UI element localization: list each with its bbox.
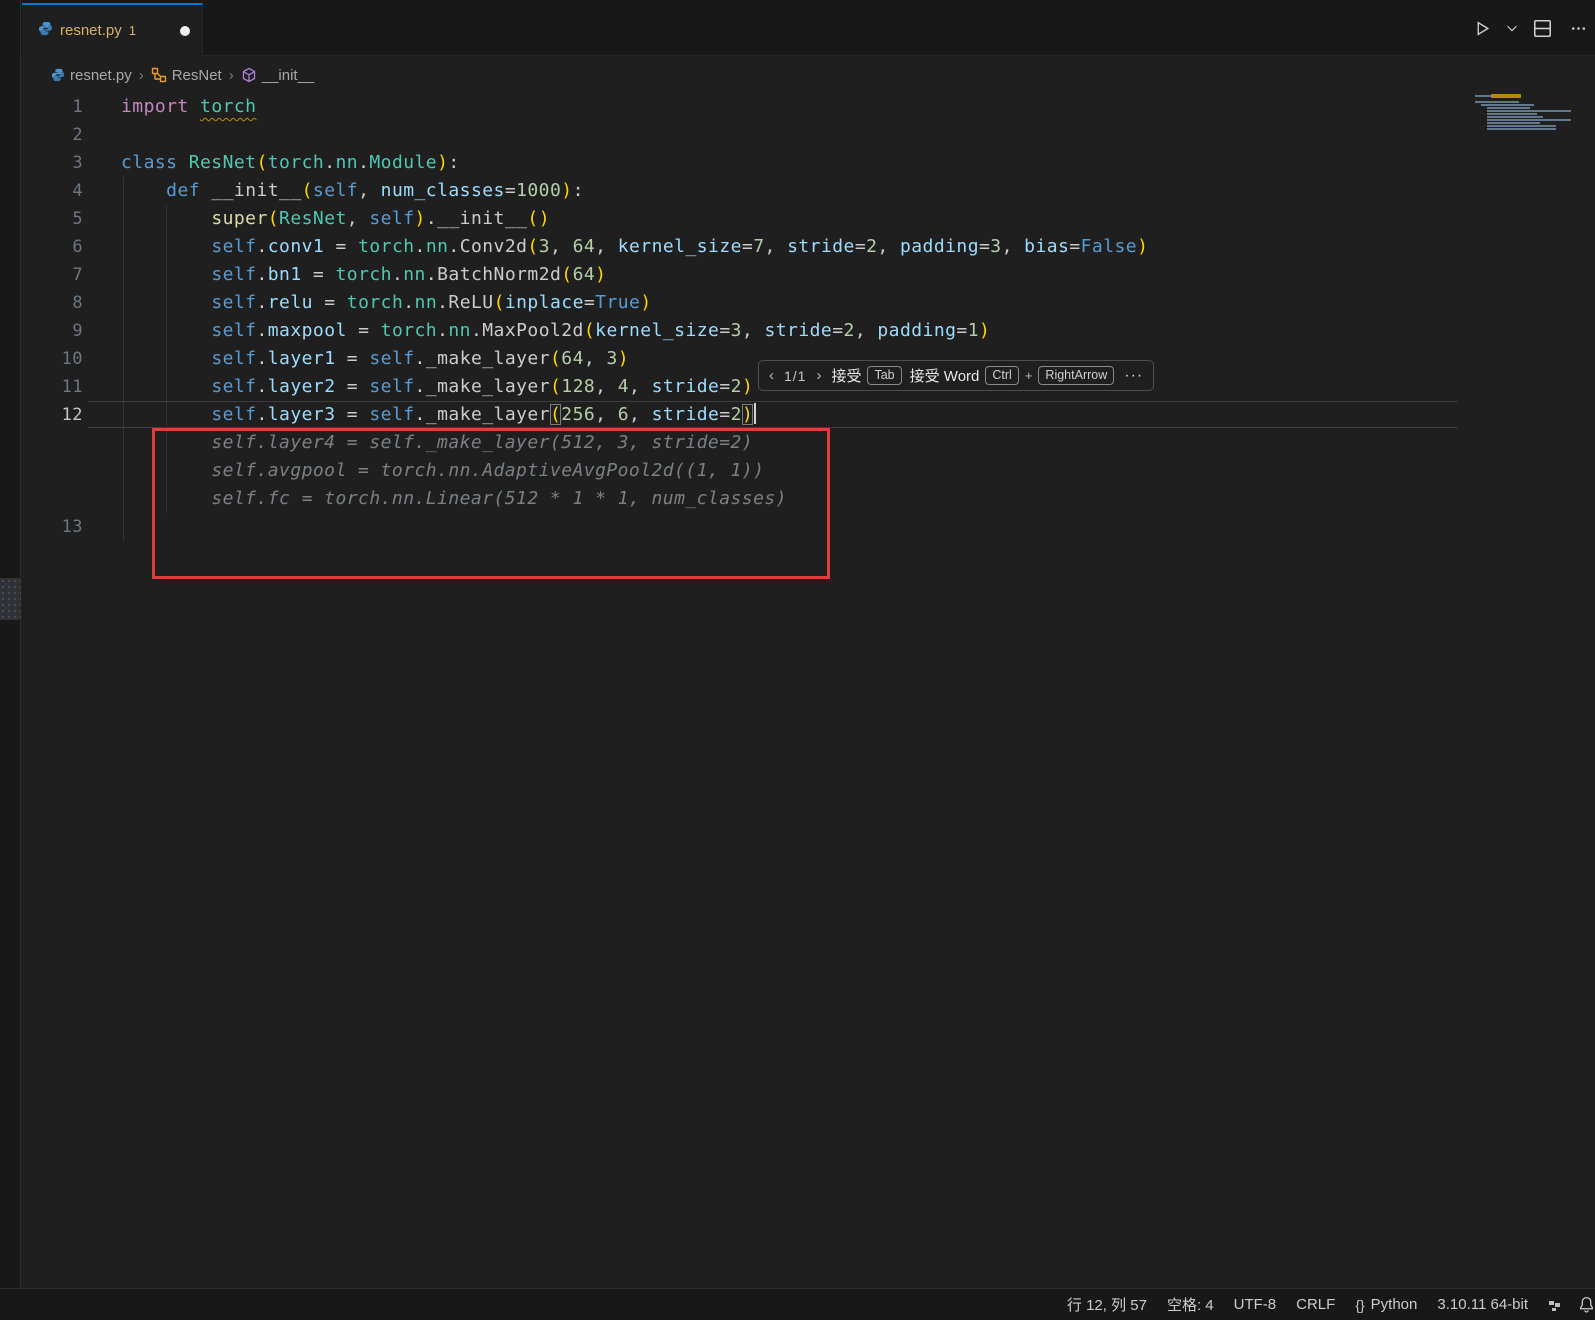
line-number[interactable]: 6 (21, 233, 121, 261)
breadcrumb-item---init--[interactable]: __init__ (241, 67, 315, 84)
python-icon (51, 68, 65, 82)
line-number[interactable]: 13 (21, 513, 121, 541)
code-lines: 1import torch23class ResNet(torch.nn.Mod… (21, 93, 1595, 541)
method-icon (241, 67, 257, 83)
tab-keycap: Tab (867, 366, 901, 385)
code-line[interactable]: 3class ResNet(torch.nn.Module): (21, 149, 1595, 177)
next-suggestion-button[interactable]: › (814, 367, 823, 384)
line-number[interactable]: 5 (21, 205, 121, 233)
split-editor-button[interactable] (1529, 15, 1555, 41)
accept-word-button[interactable]: 接受 Word Ctrl + RightArrow (910, 365, 1115, 386)
code-line[interactable]: 9self.maxpool = torch.nn.MaxPool2d(kerne… (21, 317, 1595, 345)
code-line[interactable]: 2 (21, 121, 1595, 149)
text-cursor (754, 403, 756, 424)
line-number[interactable]: 9 (21, 317, 121, 345)
minimap[interactable] (1467, 95, 1559, 155)
accept-suggestion-button[interactable]: 接受 Tab (831, 365, 901, 386)
line-number[interactable]: 8 (21, 289, 121, 317)
line-number (21, 429, 121, 457)
indentation-status[interactable]: 空格: 4 (1157, 1294, 1224, 1315)
line-number (21, 485, 121, 513)
code-editor[interactable]: 1import torch23class ResNet(torch.nn.Mod… (21, 93, 1595, 1288)
encoding-status[interactable]: UTF-8 (1224, 1296, 1287, 1313)
inline-suggestion-toolbar: ‹ 1/1 › 接受 Tab 接受 Word Ctrl + RightArrow… (758, 360, 1154, 391)
breadcrumb: resnet.py › ResNet › __init__ (21, 57, 1595, 93)
ghost-line: self.fc = torch.nn.Linear(512 * 1 * 1, n… (21, 485, 1595, 513)
dirty-indicator[interactable] (180, 26, 190, 36)
language-mode-status[interactable]: {} Python (1345, 1296, 1427, 1313)
activity-rail (0, 0, 21, 1288)
breadcrumb-item-resnet-py[interactable]: resnet.py (51, 67, 132, 84)
editor-actions (1469, 15, 1591, 41)
run-dropdown-icon[interactable] (1505, 15, 1519, 41)
tab-bar: resnet.py 1 (21, 0, 1595, 56)
tab-problem-count: 1 (129, 23, 136, 38)
line-number[interactable]: 10 (21, 345, 121, 373)
sidebar-drag-handle[interactable] (0, 578, 21, 620)
status-bar: 行 12, 列 57 空格: 4 UTF-8 CRLF {} Python 3.… (0, 1288, 1595, 1320)
ghost-line: self.avgpool = torch.nn.AdaptiveAvgPool2… (21, 457, 1595, 485)
code-line[interactable]: 4def __init__(self, num_classes=1000): (21, 177, 1595, 205)
indent-guide (123, 177, 124, 541)
line-number[interactable]: 11 (21, 373, 121, 401)
run-button[interactable] (1469, 15, 1495, 41)
breadcrumb-separator: › (229, 67, 234, 84)
layout-icon[interactable] (1538, 1297, 1570, 1313)
ghost-line: self.layer4 = self._make_layer(512, 3, s… (21, 429, 1595, 457)
line-number[interactable]: 12 (21, 401, 121, 429)
code-line[interactable]: 12self.layer3 = self._make_layer(256, 6,… (21, 401, 1595, 429)
tab-resnet-py[interactable]: resnet.py 1 (22, 3, 203, 56)
line-number (21, 457, 121, 485)
rightarrow-keycap: RightArrow (1038, 366, 1114, 385)
breadcrumb-item-resnet[interactable]: ResNet (151, 67, 222, 84)
code-line[interactable]: 13 (21, 513, 1595, 541)
bell-icon[interactable] (1570, 1296, 1595, 1313)
breadcrumb-separator: › (139, 67, 144, 84)
more-actions-button[interactable] (1565, 15, 1591, 41)
ctrl-keycap: Ctrl (985, 366, 1018, 385)
suggestion-count: 1/1 (784, 368, 806, 384)
class-icon (151, 67, 167, 83)
line-number[interactable]: 1 (21, 93, 121, 121)
line-number[interactable]: 2 (21, 121, 121, 149)
code-line[interactable]: 1import torch (21, 93, 1595, 121)
eol-status[interactable]: CRLF (1286, 1296, 1345, 1313)
line-number[interactable]: 4 (21, 177, 121, 205)
cursor-position-status[interactable]: 行 12, 列 57 (1057, 1294, 1157, 1315)
code-line[interactable]: 5super(ResNet, self).__init__() (21, 205, 1595, 233)
braces-icon: {} (1355, 1297, 1364, 1313)
indent-guide (166, 205, 167, 513)
line-number[interactable]: 3 (21, 149, 121, 177)
suggestion-more-button[interactable]: ··· (1122, 367, 1145, 385)
code-line[interactable]: 8self.relu = torch.nn.ReLU(inplace=True) (21, 289, 1595, 317)
python-runtime-status[interactable]: 3.10.11 64-bit (1427, 1296, 1538, 1313)
code-line[interactable]: 6self.conv1 = torch.nn.Conv2d(3, 64, ker… (21, 233, 1595, 261)
python-icon (38, 21, 53, 41)
code-line[interactable]: 7self.bn1 = torch.nn.BatchNorm2d(64) (21, 261, 1595, 289)
line-number[interactable]: 7 (21, 261, 121, 289)
previous-suggestion-button[interactable]: ‹ (767, 367, 776, 384)
vscode-window: resnet.py 1 resnet.py › ResNet › __init__ 1i… (0, 0, 1595, 1320)
tab-label: resnet.py (60, 22, 122, 39)
